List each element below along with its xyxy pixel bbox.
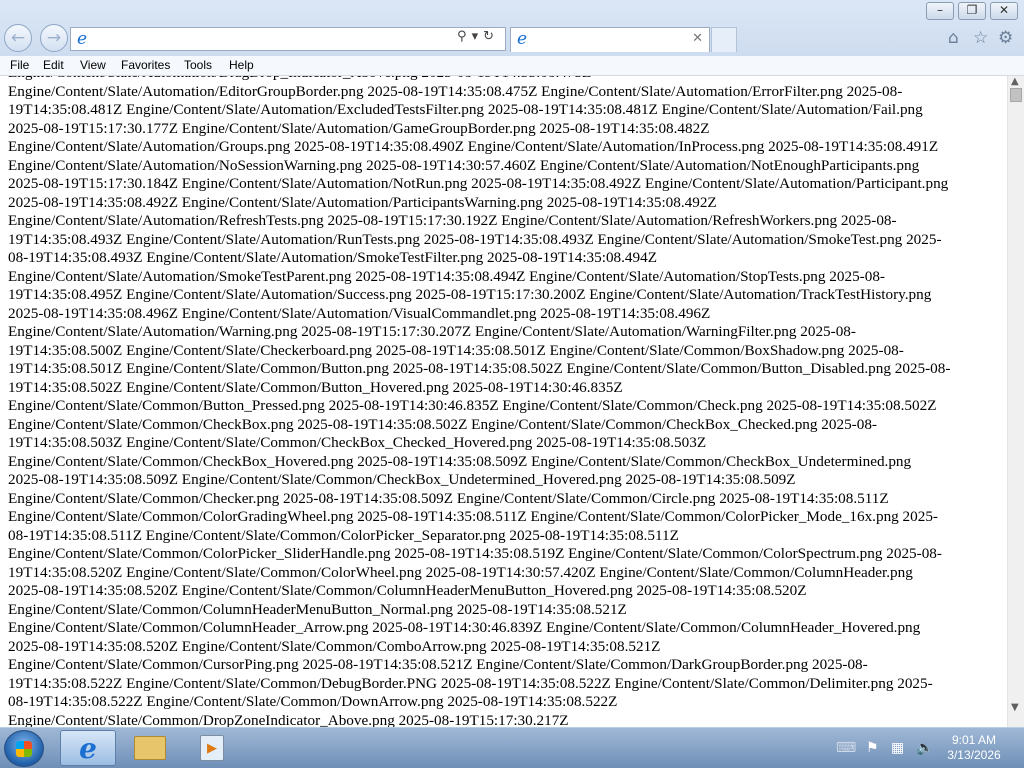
listing-line: 2025-08-19T14:35:08.492Z Engine/Content/… [8,193,717,211]
address-bar[interactable]: e ⚲▾↻ [70,27,506,51]
listing-line: Engine/Content/Slate/Automation/RefreshT… [8,212,897,229]
search-icon[interactable]: ⚲ [457,29,472,44]
scroll-thumb[interactable] [1010,88,1022,102]
taskbar: e ▶ ⌨ ⚑ ▦ 🔈 9:01 AM 3/13/2026 [0,727,1024,768]
keyboard-icon[interactable]: ⌨ [836,740,856,756]
dropdown-icon[interactable]: ▾ [472,29,484,44]
listing-line: 19T14:35:08.495Z Engine/Content/Slate/Au… [8,286,932,303]
listing-line: 08-19T14:35:08.511Z Engine/Content/Slate… [8,526,679,544]
menu-file[interactable]: File [10,58,29,72]
listing-line: 19T14:35:08.501Z Engine/Content/Slate/Co… [8,360,951,377]
listing-line: 19T14:35:08.503Z Engine/Content/Slate/Co… [8,434,707,451]
listing-line: 2025-08-19T14:35:08.520Z Engine/Content/… [8,637,661,655]
listing-line: Engine/Content/Slate/Automation/NoSessio… [8,156,920,174]
taskbar-media-player[interactable]: ▶ [184,730,240,766]
internet-explorer-icon: e [79,731,97,765]
listing-line: Engine/Content/Slate/Common/CheckBox.png… [8,415,877,433]
menu-tools[interactable]: Tools [184,58,212,72]
forward-button[interactable]: → [40,24,68,52]
tab-close-icon[interactable]: ✕ [692,31,703,46]
system-clock[interactable]: 9:01 AM 3/13/2026 [940,733,1008,763]
listing-line: Engine/Content/Slate/Automation/EditorGr… [8,82,903,100]
home-icon[interactable]: ⌂ [948,28,959,48]
menu-view[interactable]: View [80,58,106,72]
listing-line: 2025-08-19T15:17:30.177Z Engine/Content/… [8,119,710,137]
windows-logo-icon [16,741,32,757]
network-icon[interactable]: ▦ [891,740,904,756]
listing-line: 19T14:35:08.522Z Engine/Content/Slate/Co… [8,674,933,692]
listing-line: Engine/Content/Slate/Common/Button_Press… [8,397,937,414]
listing-line: Engine/Content/Slate/Common/Checker.png … [8,489,889,507]
action-center-flag-icon[interactable]: ⚑ [866,740,879,756]
menu-favorites[interactable]: Favorites [121,58,170,72]
maximize-button[interactable]: ❐ [958,2,986,20]
listing-line: 08-19T14:35:08.493Z Engine/Content/Slate… [8,249,657,266]
gear-icon[interactable]: ⚙ [998,28,1013,48]
minimize-button[interactable]: – [926,2,954,20]
tab-ie-icon: e [517,29,528,49]
browser-chrome: ← → e ⚲▾↻ e ✕ – ❐ ✕ ⌂ ☆ ⚙ [0,0,1024,56]
listing-line: 19T14:35:08.500Z Engine/Content/Slate/Ch… [8,341,904,359]
favorites-star-icon[interactable]: ☆ [973,28,988,48]
refresh-icon[interactable]: ↻ [483,29,499,44]
volume-icon[interactable]: 🔈 [916,740,933,756]
new-tab-button[interactable] [711,27,737,52]
listing-line: 19T14:35:08.481Z Engine/Content/Slate/Au… [8,101,923,118]
taskbar-file-explorer[interactable] [122,730,178,766]
media-player-icon: ▶ [200,735,224,761]
listing-line: Engine/Content/Slate/Automation/SmokeTes… [8,267,885,285]
close-button[interactable]: ✕ [990,2,1018,20]
listing-line: Engine/Content/Slate/Automation/Warning.… [8,323,856,340]
clock-time: 9:01 AM [951,733,997,747]
tab-current[interactable]: e ✕ [510,27,710,52]
file-listing-text: Engine/Content/Slate/Automation/DragDrop… [8,76,1003,727]
start-button[interactable] [4,730,44,767]
scroll-up-arrow-icon[interactable]: ▲ [1011,76,1019,87]
listing-line: Engine/Content/Slate/Common/ColorPicker_… [8,545,942,562]
listing-line: Engine/Content/Slate/Common/ColorGrading… [8,508,938,525]
vertical-scrollbar[interactable]: ▲ ▼ [1007,76,1024,727]
forward-arrow-icon: → [46,28,62,48]
listing-line: Engine/Content/Slate/Automation/Groups.p… [8,138,939,155]
page-content: Engine/Content/Slate/Automation/DragDrop… [0,76,1007,727]
listing-line: 2025-08-19T14:35:08.496Z Engine/Content/… [8,304,711,322]
back-arrow-icon: ← [10,28,26,48]
clock-date: 3/13/2026 [947,748,1001,762]
listing-line: 2025-08-19T14:35:08.520Z Engine/Content/… [8,582,807,599]
listing-line: 2025-08-19T15:17:30.184Z Engine/Content/… [8,175,949,192]
listing-line: Engine/Content/Slate/Common/ColumnHeader… [8,600,627,618]
listing-line: 19T14:35:08.520Z Engine/Content/Slate/Co… [8,563,913,581]
back-button[interactable]: ← [4,24,32,52]
listing-line: Engine/Content/Slate/Common/ColumnHeader… [8,619,921,636]
listing-line: Engine/Content/Slate/Common/CursorPing.p… [8,656,868,673]
listing-line: 19T14:35:08.502Z Engine/Content/Slate/Co… [8,378,623,396]
address-input[interactable] [101,30,445,50]
listing-line: 2025-08-19T14:35:08.509Z Engine/Content/… [8,471,796,488]
listing-line: Engine/Content/Slate/Common/DropZoneIndi… [8,711,569,728]
menu-edit[interactable]: Edit [43,58,64,72]
taskbar-internet-explorer[interactable]: e [60,730,116,766]
ie-page-icon: e [77,29,88,49]
listing-line: 08-19T14:35:08.522Z Engine/Content/Slate… [8,693,618,710]
listing-line: 19T14:35:08.493Z Engine/Content/Slate/Au… [8,230,942,248]
menu-bar: File Edit View Favorites Tools Help [0,56,1024,76]
menu-help[interactable]: Help [229,58,254,72]
folder-icon [134,736,166,760]
scroll-down-arrow-icon[interactable]: ▼ [1011,702,1019,713]
listing-line: Engine/Content/Slate/Common/CheckBox_Hov… [8,452,912,470]
